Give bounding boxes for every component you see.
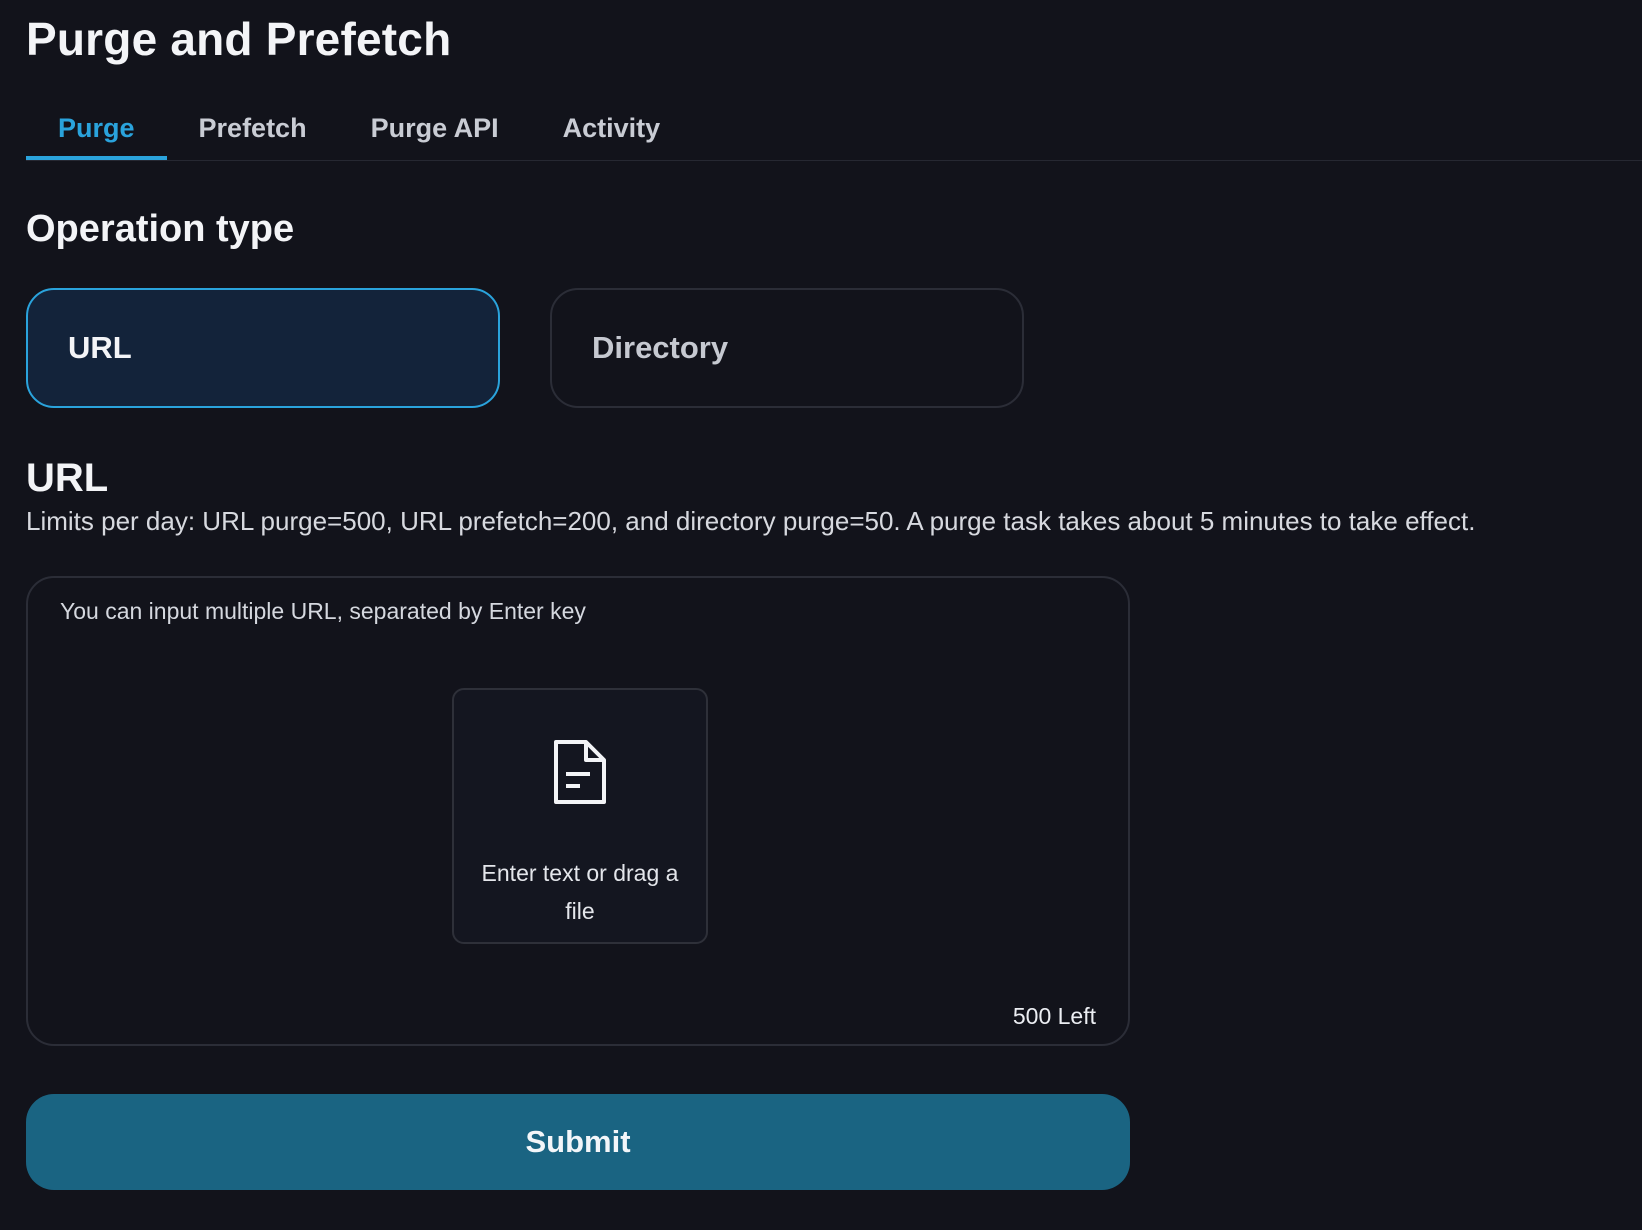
tab-purge-api[interactable]: Purge API — [339, 100, 531, 160]
url-input-placeholder: You can input multiple URL, separated by… — [60, 598, 586, 624]
tab-bar: Purge Prefetch Purge API Activity — [26, 100, 1642, 161]
purge-prefetch-page: Purge and Prefetch Purge Prefetch Purge … — [0, 0, 1642, 1230]
tab-prefetch[interactable]: Prefetch — [167, 100, 339, 160]
limits-description: Limits per day: URL purge=500, URL prefe… — [26, 506, 1476, 536]
url-input-area[interactable]: You can input multiple URL, separated by… — [26, 576, 1130, 1046]
drop-zone-label: Enter text or drag a file — [481, 860, 679, 924]
file-document-icon — [554, 740, 606, 804]
operation-option-url[interactable]: URL — [26, 288, 500, 408]
tab-purge[interactable]: Purge — [26, 100, 167, 160]
url-section-title: URL — [26, 456, 109, 500]
page-title: Purge and Prefetch — [26, 13, 452, 65]
operation-type-title: Operation type — [26, 208, 295, 250]
tab-activity[interactable]: Activity — [531, 100, 693, 160]
submit-button[interactable]: Submit — [26, 1094, 1130, 1190]
remaining-counter: 500 Left — [1012, 1003, 1096, 1029]
operation-option-directory[interactable]: Directory — [550, 288, 1024, 408]
file-drop-zone[interactable]: Enter text or drag a file — [452, 688, 708, 944]
